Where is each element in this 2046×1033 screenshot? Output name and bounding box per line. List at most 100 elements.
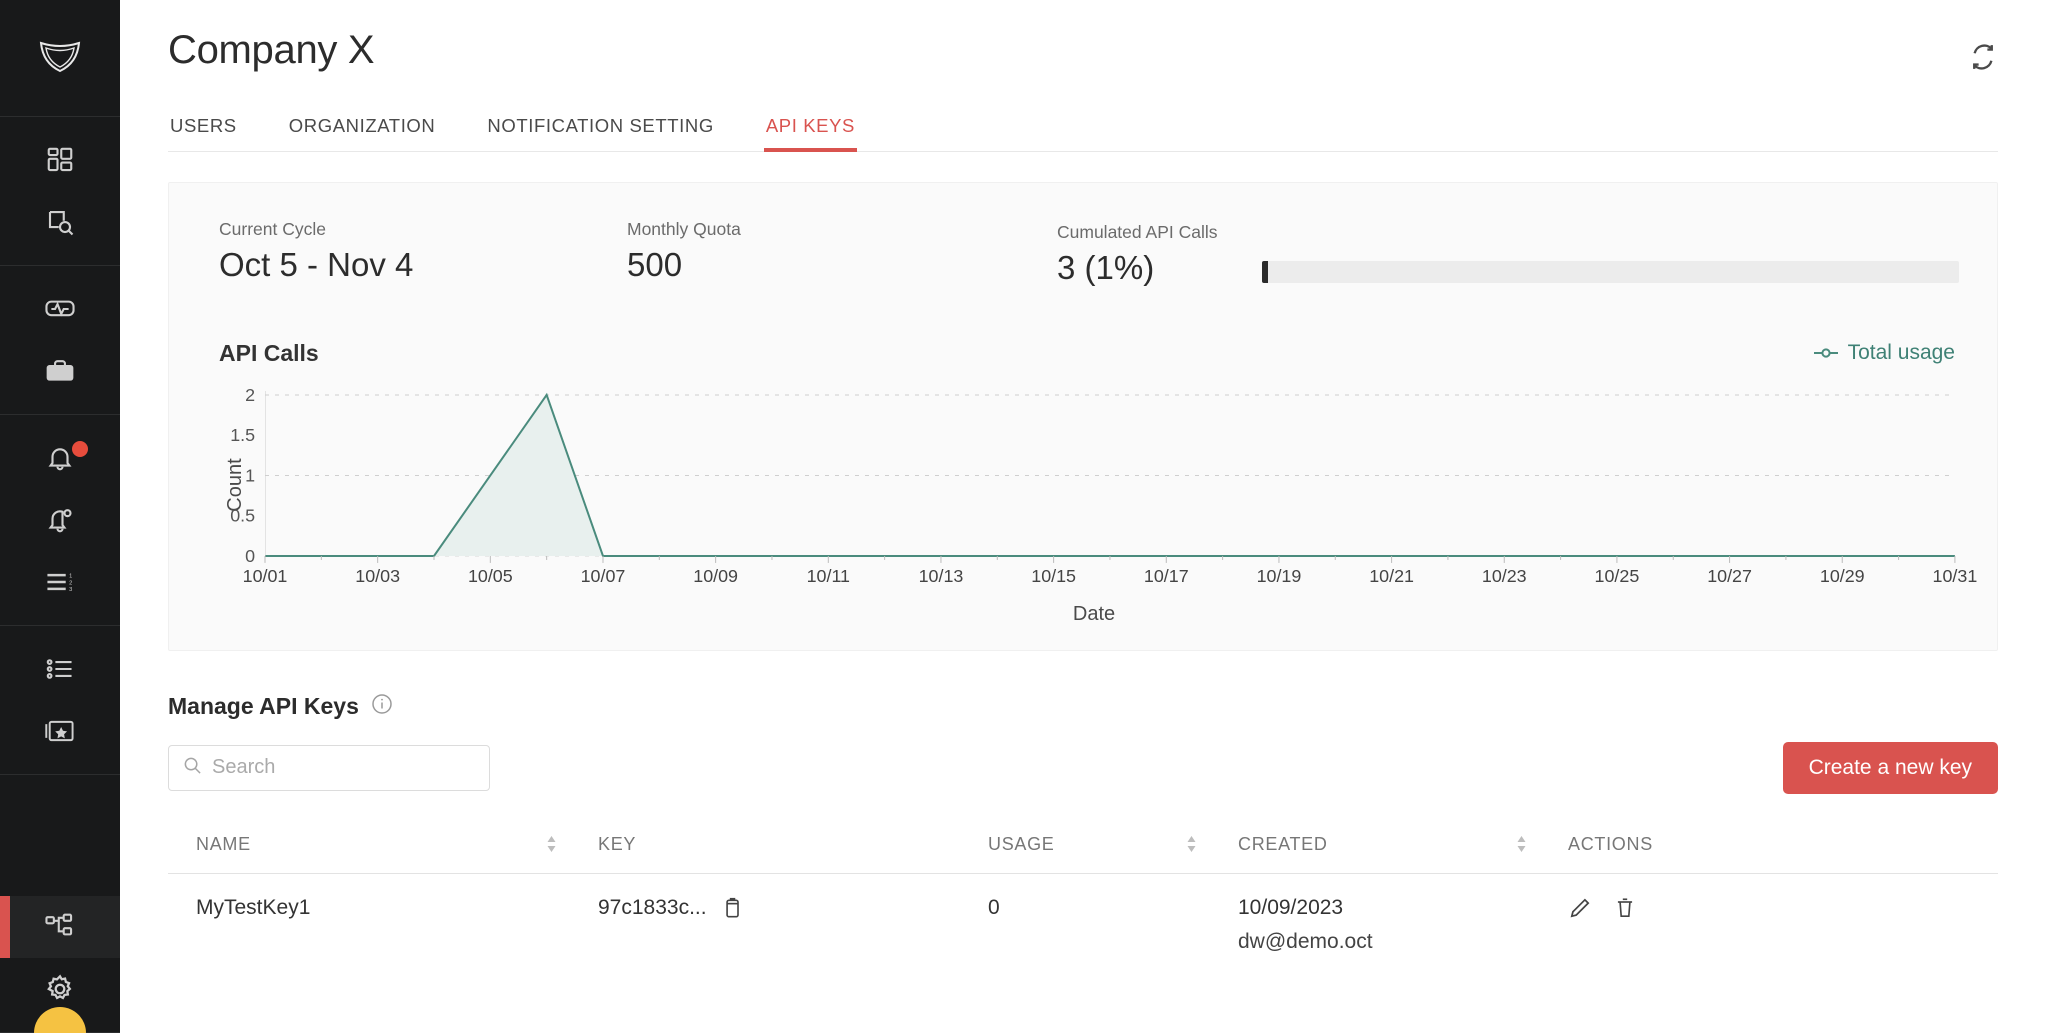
- refresh-button[interactable]: [1968, 42, 1998, 77]
- svg-text:10/15: 10/15: [1031, 566, 1076, 586]
- svg-text:10/27: 10/27: [1707, 566, 1752, 586]
- gear-icon: [44, 973, 76, 1005]
- column-label-usage: USAGE: [988, 833, 1055, 854]
- cell-usage: 0: [988, 895, 1000, 919]
- cumulated-value: 3 (1%): [1057, 249, 1155, 286]
- search-input[interactable]: [212, 756, 475, 780]
- activity-monitor-icon: [44, 293, 76, 325]
- page-title: Company X: [168, 28, 375, 72]
- info-icon[interactable]: [371, 693, 393, 720]
- sidebar-item-favorites[interactable]: [0, 700, 120, 762]
- chart-legend-total-usage[interactable]: Total usage: [1813, 341, 1955, 365]
- chart-header: API Calls Total usage: [219, 340, 1955, 367]
- notification-badge: [72, 441, 88, 457]
- monthly-quota-label: Monthly Quota: [627, 219, 741, 239]
- svg-text:2: 2: [245, 385, 255, 405]
- star-card-icon: [44, 717, 76, 745]
- usage-progress-bar: [1261, 261, 1959, 283]
- column-label-actions: ACTIONS: [1568, 833, 1653, 854]
- column-label-name: NAME: [196, 833, 251, 854]
- y-axis-title: Count: [224, 458, 247, 512]
- usage-card: Current Cycle Oct 5 - Nov 4 Monthly Quot…: [168, 182, 1998, 651]
- sidebar-item-rules[interactable]: 123: [0, 551, 120, 613]
- shield-logo-icon: [39, 39, 81, 78]
- api-keys-table: NAME KEY USAGE CREATED ACTIONS MyTestKey…: [168, 819, 1998, 964]
- stat-current-cycle: Current Cycle Oct 5 - Nov 4: [197, 219, 627, 285]
- sidebar-item-alerts[interactable]: [0, 427, 120, 489]
- svg-text:10/01: 10/01: [243, 566, 288, 586]
- tab-users[interactable]: USERS: [168, 115, 239, 151]
- column-header-usage[interactable]: USAGE: [988, 819, 1238, 874]
- svg-text:10/17: 10/17: [1144, 566, 1189, 586]
- svg-text:10/23: 10/23: [1482, 566, 1527, 586]
- main-content: Company X USERS ORGANIZATION NOTIFICATIO…: [120, 0, 2046, 1033]
- sidebar-group-1: [0, 117, 120, 266]
- dashboard-grid-icon: [45, 145, 75, 175]
- svg-text:0: 0: [245, 546, 255, 566]
- bullet-list-icon: [45, 656, 75, 682]
- org-chart-icon: [44, 912, 76, 942]
- api-calls-chart: Count 0 0.5 1 1.5 2 10/01 10/03 10/05 10/07 10/09…: [219, 385, 1977, 586]
- sort-icon-created[interactable]: [1515, 834, 1528, 854]
- svg-text:10/11: 10/11: [807, 566, 850, 586]
- manage-api-keys-title: Manage API Keys: [168, 692, 359, 719]
- sort-icon-name[interactable]: [545, 834, 558, 854]
- keys-toolbar: Create a new key: [168, 741, 1998, 794]
- sort-icon-usage[interactable]: [1185, 834, 1198, 854]
- stat-monthly-quota: Monthly Quota 500: [627, 219, 1057, 285]
- tab-bar: USERS ORGANIZATION NOTIFICATION SETTING …: [168, 115, 1998, 152]
- tab-notification-setting[interactable]: NOTIFICATION SETTING: [485, 115, 715, 151]
- column-header-key: KEY: [598, 819, 988, 874]
- cumulated-label: Cumulated API Calls: [1057, 222, 1218, 242]
- svg-text:10/19: 10/19: [1257, 566, 1302, 586]
- svg-text:10/29: 10/29: [1820, 566, 1865, 586]
- x-axis-title: Date: [1072, 602, 1116, 625]
- bell-alert-icon: [45, 443, 75, 473]
- current-cycle-label: Current Cycle: [219, 219, 326, 239]
- sidebar-item-dashboard[interactable]: [0, 129, 120, 191]
- legend-label: Total usage: [1847, 341, 1955, 365]
- copy-icon[interactable]: [721, 896, 743, 920]
- sidebar-item-cases[interactable]: [0, 340, 120, 402]
- numbered-list-icon: 123: [44, 569, 76, 595]
- table-row[interactable]: MyTestKey1 97c1833c... 0 10/09/2023 dw@d…: [168, 873, 1998, 964]
- app-logo[interactable]: [0, 0, 120, 117]
- sidebar-item-alert-settings[interactable]: [0, 489, 120, 551]
- search-box[interactable]: [168, 744, 490, 791]
- column-header-actions: ACTIONS: [1568, 819, 1998, 874]
- tab-api-keys[interactable]: API KEYS: [763, 115, 858, 152]
- svg-text:1: 1: [69, 573, 72, 579]
- table-head: NAME KEY USAGE CREATED ACTIONS: [168, 819, 1998, 874]
- sidebar-item-search[interactable]: [0, 191, 120, 253]
- tab-organization[interactable]: ORGANIZATION: [287, 115, 438, 151]
- create-new-key-button[interactable]: Create a new key: [1782, 741, 1998, 794]
- chart-axis-labels: 0 0.5 1 1.5 2 10/01 10/03 10/05 10/07 10/09 10/11 1…: [230, 385, 1977, 586]
- key-value: 97c1833c...: [598, 895, 707, 919]
- edit-pencil-icon[interactable]: [1568, 896, 1592, 920]
- column-label-created: CREATED: [1238, 833, 1328, 854]
- stats-row: Current Cycle Oct 5 - Nov 4 Monthly Quot…: [197, 219, 1969, 288]
- trash-icon[interactable]: [1614, 896, 1636, 920]
- svg-text:3: 3: [69, 587, 72, 593]
- svg-text:10/03: 10/03: [355, 566, 400, 586]
- sidebar-item-monitoring[interactable]: [0, 278, 120, 340]
- briefcase-icon: [44, 356, 76, 386]
- svg-text:1: 1: [245, 465, 255, 485]
- svg-text:10/05: 10/05: [468, 566, 513, 586]
- svg-text:10/21: 10/21: [1369, 566, 1414, 586]
- cell-key: 97c1833c...: [598, 873, 988, 964]
- column-header-created[interactable]: CREATED: [1238, 819, 1568, 874]
- sidebar-item-reports[interactable]: [0, 638, 120, 700]
- svg-text:10/09: 10/09: [693, 566, 738, 586]
- column-header-name[interactable]: NAME: [168, 819, 598, 874]
- sidebar-item-organization[interactable]: [0, 896, 120, 958]
- usage-progress-fill: [1261, 261, 1269, 283]
- cell-created: 10/09/2023 dw@demo.oct: [1238, 873, 1568, 964]
- svg-text:0.5: 0.5: [230, 506, 255, 526]
- svg-text:10/31: 10/31: [1933, 566, 1978, 586]
- current-cycle-value: Oct 5 - Nov 4: [219, 246, 414, 283]
- refresh-icon: [1968, 44, 1998, 76]
- svg-text:1.5: 1.5: [230, 425, 255, 445]
- cumulated-wrap: Cumulated API Calls 3 (1%): [1057, 219, 1969, 288]
